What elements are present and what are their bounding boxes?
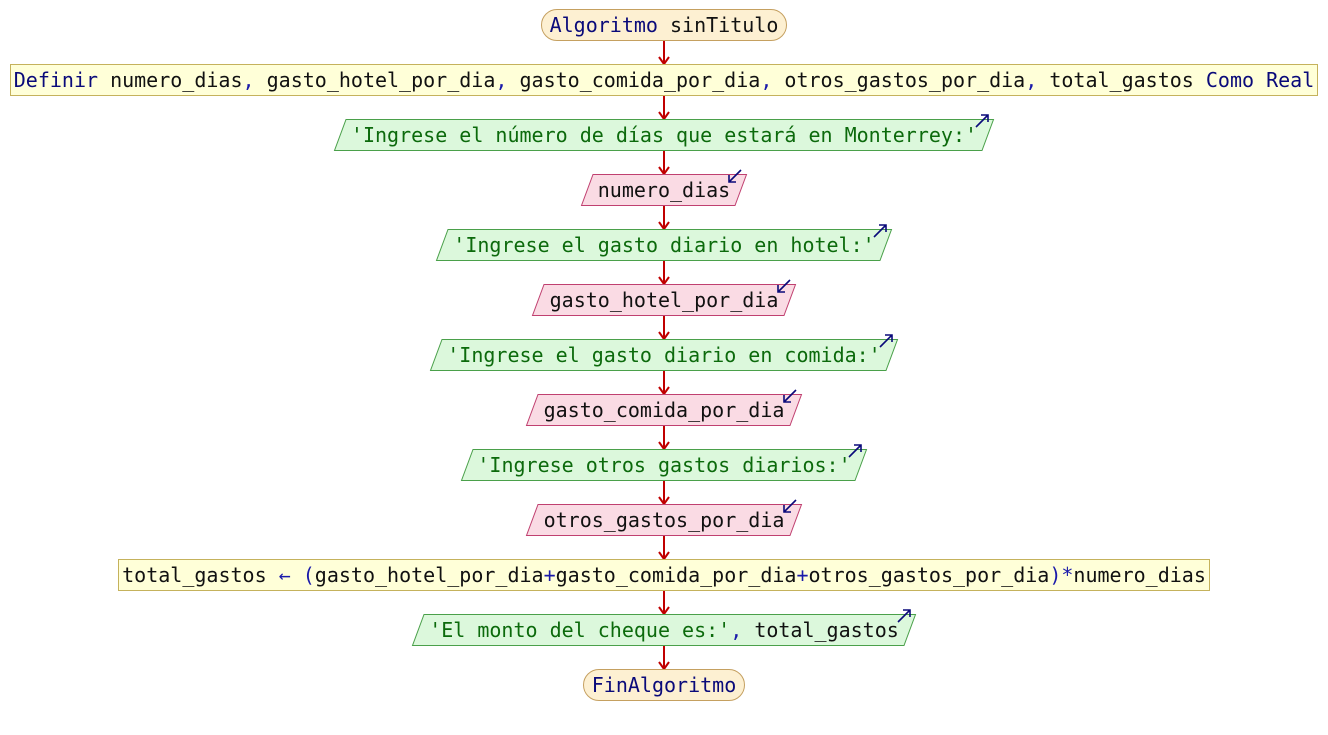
flow-text-keyword: FinAlgoritmo xyxy=(591,673,737,697)
flow-text-variable: gasto_comida_por_dia xyxy=(555,563,797,587)
flow-text-string: 'El monto del cheque es:' xyxy=(429,618,731,642)
flow-text-operator: + xyxy=(543,563,556,587)
flow-text-operator: )* xyxy=(1049,563,1074,587)
flow-text-variable: gasto_comida_por_dia xyxy=(543,398,785,422)
flow-text-operator: , xyxy=(1025,68,1050,92)
flow-arrow xyxy=(658,481,670,506)
flow-arrow xyxy=(658,371,670,396)
flow-text-variable: total_gastos xyxy=(122,563,267,587)
flow-node-input-in4: otros_gastos_por_dia xyxy=(525,499,803,536)
flow-text-variable: gasto_comida_por_dia xyxy=(519,68,761,92)
flow-arrow xyxy=(658,316,670,341)
flow-text-string: 'Ingrese el gasto diario en comida:' xyxy=(447,343,881,367)
flow-text-string: 'Ingrese el número de días que estará en… xyxy=(350,123,978,147)
flow-node-text: Definir numero_dias, gasto_hotel_por_dia… xyxy=(11,65,1317,95)
flowchart: Algoritmo sinTitulo Definir numero_dias, … xyxy=(0,0,1328,735)
flow-node-text: numero_dias xyxy=(581,174,747,206)
flow-text-variable: numero_dias xyxy=(110,68,243,92)
flow-node-output-out5: 'El monto del cheque es:', total_gastos xyxy=(411,609,917,646)
flow-node-process-assign: total_gastos ← (gasto_hotel_por_dia + gast… xyxy=(118,559,1210,591)
flow-text-variable: total_gastos xyxy=(1049,68,1194,92)
flow-text-variable: gasto_hotel_por_dia xyxy=(549,288,779,312)
flow-node-output-out1: 'Ingrese el número de días que estará en… xyxy=(333,114,995,151)
flow-text-operator: + xyxy=(796,563,809,587)
flow-node-text: gasto_comida_por_dia xyxy=(526,394,802,426)
flow-node-output-out2: 'Ingrese el gasto diario en hotel:' xyxy=(435,224,893,261)
flow-text-variable: sinTitulo xyxy=(670,13,779,37)
flow-node-terminator-start: Algoritmo sinTitulo xyxy=(541,9,787,41)
flow-node-text: 'Ingrese el número de días que estará en… xyxy=(334,119,994,151)
flow-node-text: 'Ingrese el gasto diario en hotel:' xyxy=(436,229,892,261)
flow-arrow xyxy=(658,536,670,561)
flow-arrow xyxy=(658,151,670,176)
flow-node-text: FinAlgoritmo xyxy=(584,670,744,700)
flow-text-operator: , xyxy=(730,618,755,642)
flow-arrow xyxy=(658,206,670,231)
flow-text-variable: gasto_hotel_por_dia xyxy=(266,68,496,92)
flow-text-string: 'Ingrese otros gastos diarios:' xyxy=(477,453,851,477)
flow-node-process-define: Definir numero_dias, gasto_hotel_por_dia… xyxy=(10,64,1318,96)
flow-text-variable: numero_dias xyxy=(597,178,731,202)
flow-node-text: gasto_hotel_por_dia xyxy=(532,284,796,316)
flow-node-text: otros_gastos_por_dia xyxy=(526,504,802,536)
flow-node-text: Algoritmo sinTitulo xyxy=(542,10,786,40)
flow-node-input-in2: gasto_hotel_por_dia xyxy=(531,279,797,316)
flow-node-text: 'Ingrese otros gastos diarios:' xyxy=(461,449,867,481)
flow-arrow xyxy=(658,261,670,286)
flow-node-input-in1: numero_dias xyxy=(580,169,748,206)
flow-text-operator: , xyxy=(760,68,785,92)
flow-text-variable: numero_dias xyxy=(1073,563,1206,587)
flow-arrow xyxy=(658,96,670,121)
flow-text-variable: otros_gastos_por_dia xyxy=(543,508,785,532)
flow-text-keyword: Algoritmo xyxy=(549,13,671,37)
flow-arrow xyxy=(658,646,670,671)
flow-text-operator: ← ( xyxy=(266,563,315,587)
flow-text-variable: gasto_hotel_por_dia xyxy=(314,563,544,587)
flow-node-output-out4: 'Ingrese otros gastos diarios:' xyxy=(460,444,868,481)
flow-node-text: total_gastos ← (gasto_hotel_por_dia + gast… xyxy=(119,560,1209,590)
flow-text-string: 'Ingrese el gasto diario en hotel:' xyxy=(453,233,875,257)
flow-arrow xyxy=(658,591,670,616)
flow-node-terminator-end: FinAlgoritmo xyxy=(583,669,745,701)
flow-text-variable: otros_gastos_por_dia xyxy=(808,563,1050,587)
flow-text-keyword: Como Real xyxy=(1193,68,1315,92)
flow-text-variable: otros_gastos_por_dia xyxy=(784,68,1026,92)
flow-node-input-in3: gasto_comida_por_dia xyxy=(525,389,803,426)
flow-node-text: 'El monto del cheque es:', total_gastos xyxy=(412,614,916,646)
flow-text-operator: , xyxy=(242,68,267,92)
flow-text-operator: , xyxy=(495,68,520,92)
flow-text-keyword: Definir xyxy=(13,68,111,92)
flow-arrow xyxy=(658,426,670,451)
flow-arrow xyxy=(658,41,670,66)
flow-text-variable: total_gastos xyxy=(754,618,899,642)
flow-node-text: 'Ingrese el gasto diario en comida:' xyxy=(430,339,898,371)
flow-node-output-out3: 'Ingrese el gasto diario en comida:' xyxy=(429,334,899,371)
